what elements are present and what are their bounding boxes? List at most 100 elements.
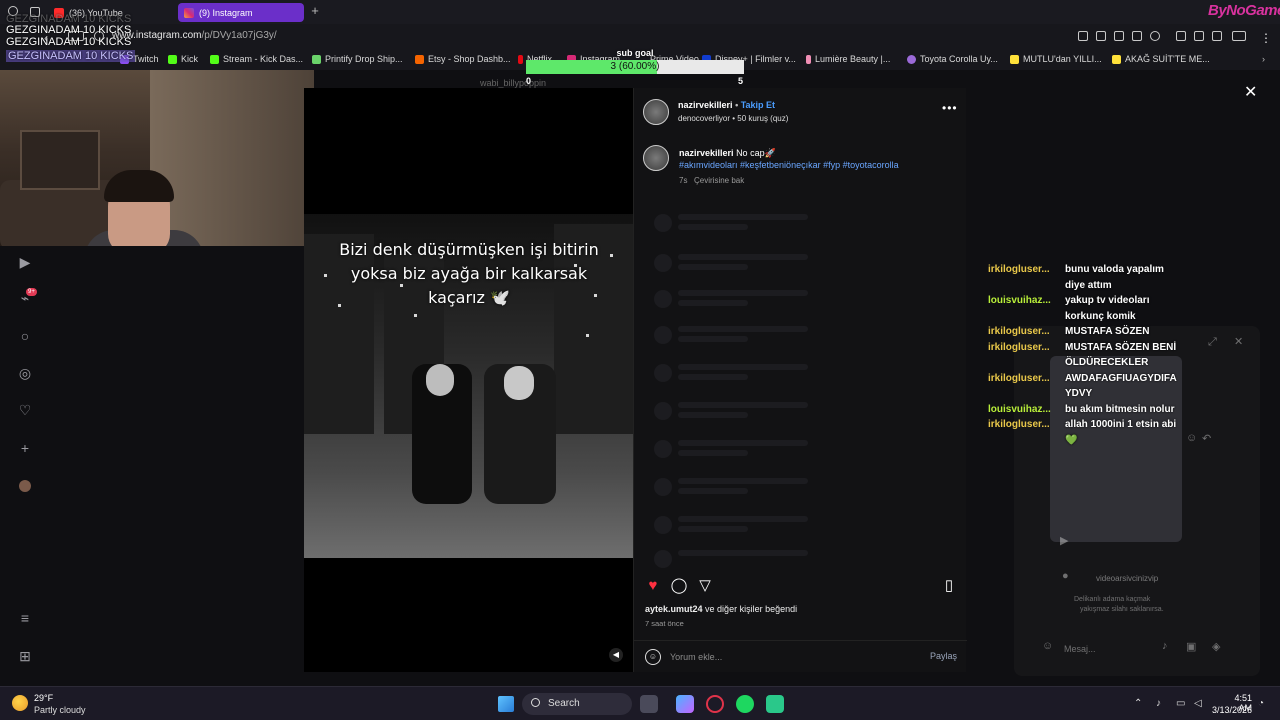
clock-date[interactable]: 3/13/2026 bbox=[1212, 705, 1252, 715]
dm-avatar[interactable]: ● bbox=[1062, 570, 1069, 582]
menu-icon[interactable]: ⋮ bbox=[1260, 31, 1272, 45]
chat-username: louisvuihaz... bbox=[988, 403, 1051, 415]
comment-icon[interactable]: ◯ bbox=[670, 576, 688, 594]
search-icon[interactable]: ○ bbox=[17, 328, 33, 344]
kick-icon bbox=[168, 54, 177, 64]
bookmark-icon[interactable] bbox=[1078, 31, 1088, 41]
task-view-icon[interactable] bbox=[640, 695, 658, 713]
expand-icon[interactable]: ⤢ bbox=[1208, 336, 1217, 349]
like-heart-icon[interactable]: ♥ bbox=[644, 576, 662, 594]
reply-icon[interactable]: ↶ bbox=[1202, 432, 1211, 445]
volume-icon[interactable]: ◁ bbox=[1194, 698, 1202, 709]
close-icon[interactable]: ✕ bbox=[1234, 335, 1243, 348]
bookmark-toyota[interactable]: Toyota Corolla Uy... bbox=[907, 54, 998, 64]
microphone-icon[interactable]: ♪ bbox=[1162, 640, 1168, 652]
windows-start-icon[interactable] bbox=[498, 696, 514, 712]
post-actions-bar: ♥ ◯ ▽ ▯ bbox=[644, 576, 964, 596]
see-translation-link[interactable]: Çevirisine bak bbox=[694, 176, 744, 185]
person-face bbox=[504, 366, 534, 400]
liker-username[interactable]: aytek.umut24 bbox=[645, 604, 703, 614]
bookmark-printify[interactable]: Printify Drop Ship... bbox=[312, 54, 403, 64]
post-comment-button[interactable]: Paylaş bbox=[930, 651, 957, 661]
window-light bbox=[414, 314, 417, 317]
download-icon[interactable] bbox=[1212, 31, 1222, 41]
tab-instagram[interactable]: (9) Instagram bbox=[178, 3, 304, 22]
spotify-icon[interactable] bbox=[736, 695, 754, 713]
more-menu-icon[interactable]: ≡ bbox=[17, 610, 33, 626]
play-icon[interactable] bbox=[1132, 31, 1142, 41]
chat-text: bunu valoda yapalım diye attım bbox=[1065, 264, 1164, 291]
heart-icon[interactable] bbox=[1150, 31, 1160, 41]
bookmark-label: AKAĞ SUİT'TE ME... bbox=[1125, 54, 1210, 64]
comment-skeleton bbox=[654, 400, 814, 428]
chat-text: MUSTAFA SÖZEN bbox=[1065, 326, 1150, 337]
search-icon bbox=[531, 698, 540, 707]
reel-icon[interactable]: ▶ bbox=[1060, 534, 1068, 547]
post-media[interactable]: Bizi denk düşürmüşken işi bitirin yoksa … bbox=[304, 88, 633, 672]
reels-icon[interactable]: ▶ bbox=[17, 254, 33, 270]
image-icon[interactable]: ▣ bbox=[1186, 640, 1196, 653]
chat-text: yakup tv videoları korkunç komik bbox=[1065, 295, 1150, 322]
shield-icon[interactable] bbox=[1114, 31, 1124, 41]
bookmark-kick-dashboard[interactable]: Stream - Kick Das... bbox=[210, 54, 303, 64]
caption-time: 7s bbox=[679, 176, 688, 185]
comment-input[interactable] bbox=[670, 649, 890, 665]
folder-icon bbox=[1112, 54, 1121, 64]
bookmark-kick[interactable]: Kick bbox=[168, 54, 198, 64]
weather-description[interactable]: Partly cloudy bbox=[34, 705, 86, 715]
new-tab-button[interactable]: + bbox=[308, 4, 322, 18]
mute-toggle-icon[interactable]: ◀ bbox=[609, 648, 623, 662]
bookmark-etsy[interactable]: Etsy - Shop Dashb... bbox=[415, 54, 511, 64]
chat-username: irkilogluser... bbox=[988, 341, 1050, 353]
chat-username: irkilogluser... bbox=[988, 264, 1050, 275]
bookmark-lumiere[interactable]: Lumière Beauty |... bbox=[806, 54, 890, 64]
profile-avatar[interactable] bbox=[17, 478, 33, 494]
comment-skeleton bbox=[654, 476, 814, 504]
comment-skeleton bbox=[654, 548, 814, 576]
ai-icon[interactable] bbox=[1232, 31, 1246, 41]
opera-browser-icon[interactable] bbox=[706, 695, 724, 713]
author-avatar[interactable] bbox=[643, 99, 669, 125]
url-path: /p/DVy1a07jG3y/ bbox=[201, 30, 277, 41]
sticker-icon[interactable]: ◈ bbox=[1212, 640, 1220, 653]
emoji-icon[interactable]: ☺ bbox=[1042, 640, 1053, 652]
save-bookmark-icon[interactable]: ▯ bbox=[940, 576, 958, 594]
tab-label: (9) Instagram bbox=[199, 7, 253, 18]
bookmarks-more-chevron-icon[interactable]: › bbox=[1262, 54, 1265, 64]
audio-attribution[interactable]: denocoverliyor • 50 kuruş (quz) bbox=[678, 114, 788, 123]
author-username[interactable]: nazirvekilleri bbox=[678, 100, 733, 110]
follow-button[interactable]: Takip Et bbox=[741, 100, 775, 110]
wallet-icon[interactable] bbox=[1194, 31, 1204, 41]
comment-skeleton bbox=[654, 288, 814, 316]
more-options-icon[interactable]: ••• bbox=[942, 101, 958, 115]
dm-message-input[interactable]: Mesaj... bbox=[1064, 644, 1096, 654]
screenshot-icon[interactable] bbox=[1096, 31, 1106, 41]
copilot-icon[interactable] bbox=[676, 695, 694, 713]
url-field[interactable]: www.instagram.com/p/DVy1a07jG3y/ bbox=[112, 30, 277, 41]
tray-chevron-icon[interactable]: ⌃ bbox=[1134, 698, 1142, 709]
weather-temperature[interactable]: 29°F bbox=[34, 693, 53, 703]
share-send-icon[interactable]: ▽ bbox=[696, 576, 714, 594]
sub-goal-max: 5 bbox=[738, 76, 744, 86]
caption-username[interactable]: nazirvekilleri bbox=[679, 148, 734, 158]
also-from-meta-icon[interactable]: ⊞ bbox=[17, 648, 33, 664]
extensions-icon[interactable] bbox=[1176, 31, 1186, 41]
notifications-heart-icon[interactable]: ♡ bbox=[17, 402, 33, 418]
notification-bell-icon[interactable]: ◔ bbox=[1258, 698, 1264, 709]
bookmark-mutlu[interactable]: MUTLU'dan YILLI... bbox=[1010, 54, 1102, 64]
chat-text: bu akım bitmesin nolur bbox=[1065, 403, 1175, 415]
close-icon[interactable]: ✕ bbox=[1244, 82, 1257, 102]
likes-summary[interactable]: aytek.umut24 ve diğer kişiler beğendi bbox=[645, 604, 797, 614]
explore-icon[interactable]: ◎ bbox=[17, 365, 33, 381]
emoji-icon[interactable]: ☺ bbox=[645, 649, 661, 665]
webcam-shelf bbox=[20, 130, 100, 190]
caption-hashtags[interactable]: #akımvideoları #keşfetbeniöneçıkar #fyp … bbox=[679, 160, 899, 170]
comment-skeleton bbox=[654, 362, 814, 390]
weather-sun-icon[interactable] bbox=[12, 695, 28, 711]
bookmark-akag[interactable]: AKAĞ SUİT'TE ME... bbox=[1112, 54, 1210, 64]
microphone-icon[interactable]: ♪ bbox=[1156, 698, 1161, 709]
caption-author-avatar[interactable] bbox=[643, 145, 669, 171]
discord-icon[interactable] bbox=[766, 695, 784, 713]
create-icon[interactable]: + bbox=[17, 440, 33, 456]
network-icon[interactable]: ▭ bbox=[1176, 698, 1185, 709]
